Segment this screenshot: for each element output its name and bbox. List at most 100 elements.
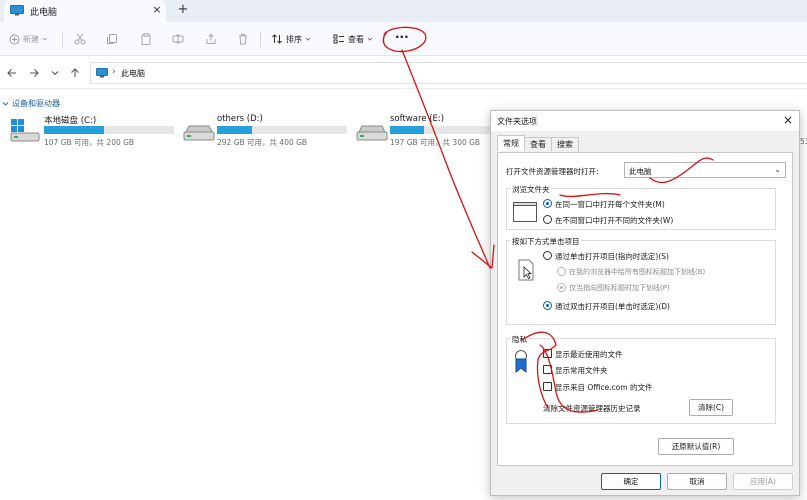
clear-history-label: 清除文件资源管理器历史记录 [543, 404, 641, 413]
delete-button[interactable] [237, 30, 249, 48]
new-window-radio[interactable] [543, 215, 552, 224]
scissors-icon [74, 33, 86, 45]
tab-view[interactable]: 查看 [524, 137, 552, 151]
general-tab-panel: 打开文件资源管理器时打开: 此电脑 ⌄ 浏览文件夹 在同一窗口中打开每个文件夹(… [497, 152, 793, 466]
show-recent-files-checkbox[interactable] [543, 349, 552, 358]
copy-button[interactable] [106, 30, 118, 48]
address-bar[interactable]: › 此电脑 [90, 62, 807, 84]
clipboard-icon [141, 33, 151, 45]
drive-usage-bar [44, 126, 174, 134]
chevron-down-icon [2, 102, 9, 106]
sort-button[interactable]: 排序 [271, 30, 311, 48]
dialog-title-bar: 文件夹选项 × [491, 111, 799, 131]
click-items-group: 按如下方式单击项目 通过单击打开项目(指向时选定)(S) 在我的浏览器中给所有图… [506, 236, 776, 325]
computer-icon [10, 5, 24, 16]
open-in-select[interactable]: 此电脑 ⌄ [624, 162, 786, 178]
ok-button[interactable]: 确定 [601, 473, 661, 490]
rename-icon [172, 34, 184, 44]
hard-drive-icon [356, 125, 388, 141]
back-arrow-icon[interactable] [5, 66, 19, 80]
show-frequent-folders-label: 显示常用文件夹 [555, 366, 608, 375]
cancel-button[interactable]: 取消 [667, 473, 727, 490]
recent-locations-chevron-icon[interactable] [48, 66, 62, 80]
drive-usage-fill [217, 126, 253, 134]
chevron-down-icon [305, 37, 311, 41]
trash-icon [239, 34, 247, 45]
show-office-files-checkbox[interactable] [543, 382, 552, 391]
drive-space: 107 GB 可用，共 200 GB [44, 138, 135, 147]
underline-hover-label: 仅当指向图标标题时加下划线(P) [569, 284, 670, 292]
click-pointer-icon [518, 259, 534, 281]
new-tab-button[interactable]: + [176, 2, 190, 18]
drive-name: 本地磁盘 (C:) [44, 116, 97, 126]
drive-space: 292 GB 可用，共 400 GB [217, 138, 308, 147]
more-icon: ··· [395, 30, 409, 44]
new-button[interactable]: 新建 [9, 30, 48, 48]
window-icon [513, 202, 537, 222]
plus-circle-icon [9, 34, 20, 44]
paste-button[interactable] [140, 30, 152, 48]
folder-options-dialog: 文件夹选项 × 常规 查看 搜索 打开文件资源管理器时打开: 此电脑 ⌄ 浏览文… [490, 110, 800, 496]
forward-arrow-icon[interactable] [27, 66, 41, 80]
chevron-down-icon [367, 37, 373, 41]
underline-all-radio[interactable] [557, 267, 566, 276]
open-in-label: 打开文件资源管理器时打开: [506, 167, 599, 176]
share-button[interactable] [205, 30, 217, 48]
computer-icon [96, 68, 108, 78]
drive-c[interactable]: 本地磁盘 (C:) 107 GB 可用，共 200 GB [10, 112, 180, 152]
apply-button[interactable]: 应用(A) [733, 473, 793, 490]
up-arrow-icon[interactable] [68, 66, 82, 80]
view-button[interactable]: 查看 [333, 30, 373, 48]
close-tab-button[interactable]: × [150, 2, 164, 18]
more-options-button[interactable]: ··· [395, 28, 409, 46]
rename-button[interactable] [172, 30, 184, 48]
tab-general[interactable]: 常规 [497, 135, 525, 151]
single-click-radio[interactable] [543, 251, 552, 260]
drive-usage-bar [390, 126, 490, 134]
restore-defaults-button[interactable]: 还原默认值(R) [658, 438, 734, 455]
browse-folders-group: 浏览文件夹 在同一窗口中打开每个文件夹(M) 在不同窗口中打开不同的文件夹(W) [506, 184, 776, 230]
devices-section-header[interactable]: 设备和驱动器 [2, 98, 60, 109]
group-title: 浏览文件夹 [511, 184, 551, 195]
underline-hover-radio[interactable] [557, 283, 566, 292]
privacy-group: 隐私 显示最近使用的文件 显示常用文件夹 显示来自 Office.com 的文件… [506, 334, 776, 424]
sort-icon [272, 34, 282, 44]
drive-name: others (D:) [217, 114, 263, 124]
tab-title: 此电脑 [30, 8, 58, 18]
chevron-down-icon [42, 37, 48, 41]
double-click-radio[interactable] [543, 301, 552, 310]
navigation-bar: › 此电脑 [0, 57, 807, 89]
drive-d[interactable]: others (D:) 292 GB 可用，共 400 GB [183, 112, 353, 152]
dialog-close-button[interactable]: × [783, 113, 793, 127]
drive-name: software (E:) [390, 114, 445, 124]
share-icon [206, 33, 216, 44]
tab-this-pc[interactable]: 此电脑 × [4, 0, 166, 22]
dialog-tabs: 常规 查看 搜索 [497, 135, 579, 152]
cut-button[interactable] [74, 30, 86, 48]
breadcrumb-this-pc[interactable]: 此电脑 [121, 68, 145, 79]
toolbar-separator [62, 31, 63, 47]
drive-e[interactable]: software (E:) 197 GB 可用，共 300 GB [356, 112, 490, 152]
privacy-bookmark-icon [515, 350, 527, 373]
drive-usage-fill [390, 126, 424, 134]
clear-history-button[interactable]: 清除(C) [689, 399, 733, 416]
breadcrumb-chevron: › [112, 67, 116, 77]
show-recent-files-label: 显示最近使用的文件 [555, 350, 623, 359]
toolbar-separator [384, 31, 385, 47]
view-list-icon [333, 34, 344, 44]
windows-drive-icon [10, 119, 40, 142]
double-click-label: 通过双击打开项目(单击时选定)(D) [555, 302, 670, 311]
open-in-value: 此电脑 [629, 167, 652, 176]
drive-space: 197 GB 可用，共 300 GB [390, 138, 481, 147]
toolbar-separator [260, 31, 261, 47]
title-bar: 此电脑 × + [0, 0, 807, 22]
single-click-label: 通过单击打开项目(指向时选定)(S) [555, 252, 669, 261]
drive-usage-fill [44, 126, 105, 134]
show-frequent-folders-checkbox[interactable] [543, 365, 552, 374]
same-window-radio[interactable] [543, 199, 552, 208]
command-bar: 新建 排序 查看 ··· [0, 22, 807, 56]
chevron-down-icon: ⌄ [774, 165, 781, 174]
new-window-label: 在不同窗口中打开不同的文件夹(W) [555, 216, 674, 225]
tab-search[interactable]: 搜索 [551, 137, 579, 151]
sort-label: 排序 [286, 34, 302, 44]
